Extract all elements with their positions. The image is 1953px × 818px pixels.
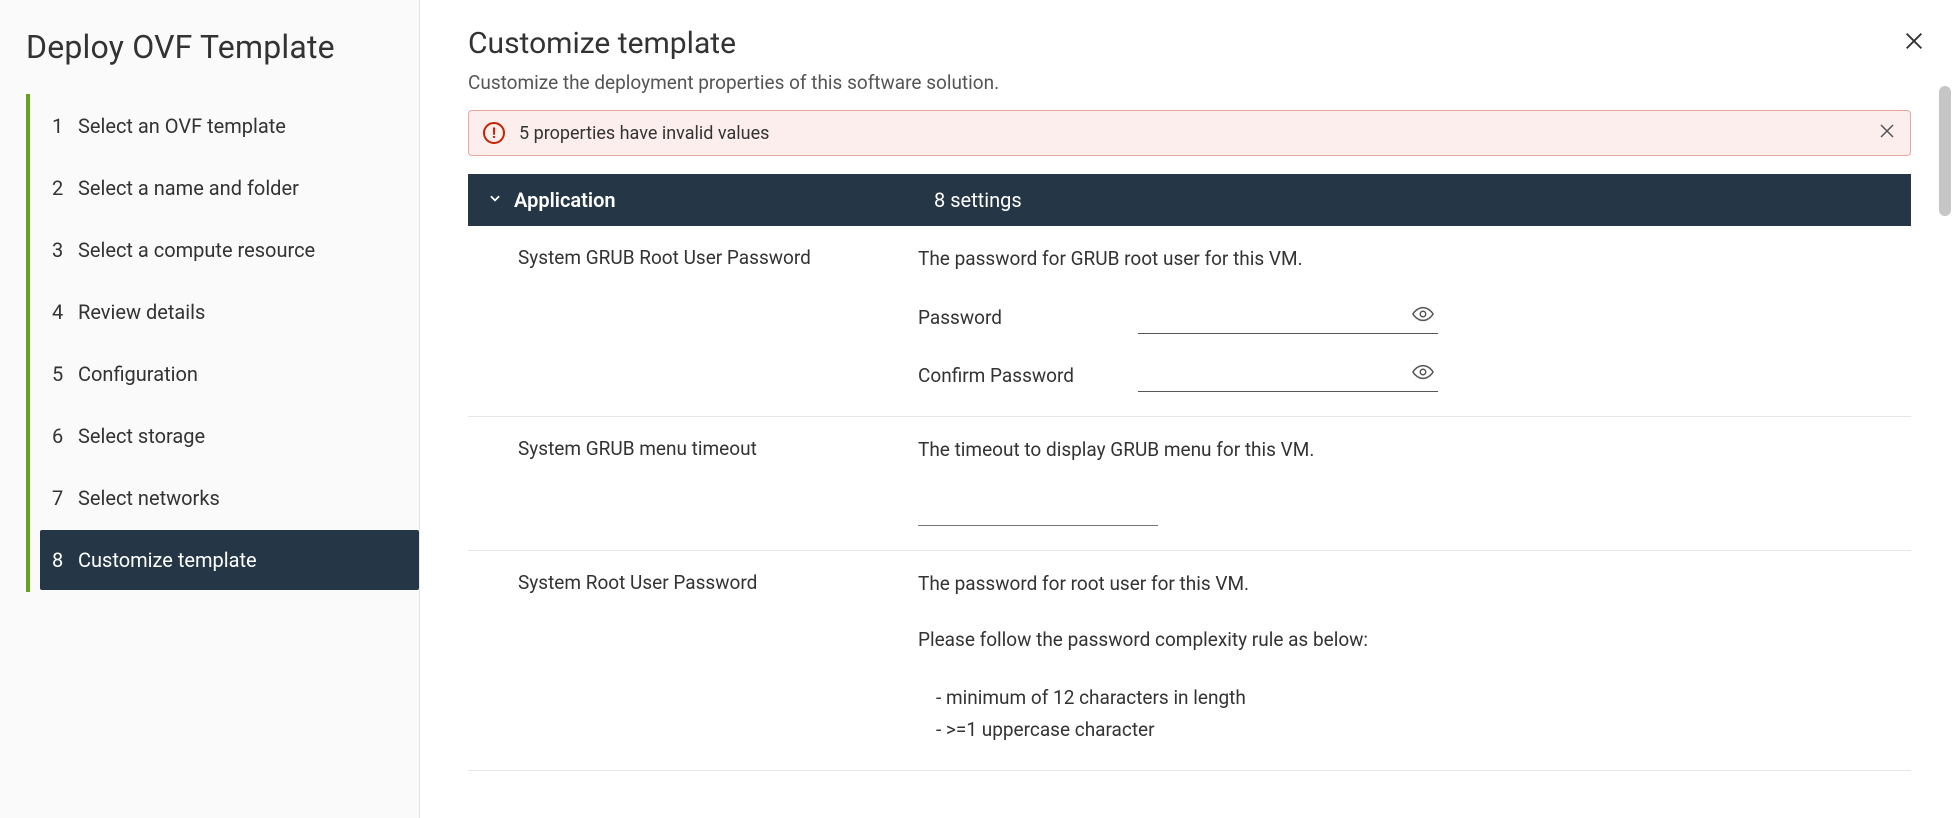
row-grub-menu-timeout: System GRUB menu timeout The timeout to … xyxy=(468,417,1911,550)
password-input-wrap xyxy=(1138,300,1438,334)
password-rule: minimum of 12 characters in length xyxy=(936,682,1891,714)
error-icon: ! xyxy=(483,122,505,144)
validation-alert: ! 5 properties have invalid values xyxy=(468,110,1911,156)
wizard-step-8[interactable]: 8 Customize template xyxy=(40,530,419,590)
page-subtitle: Customize the deployment properties of t… xyxy=(468,71,1911,94)
field-description-b: Please follow the password complexity ru… xyxy=(918,625,1891,655)
step-label: Configuration xyxy=(78,362,198,386)
wizard-step-5[interactable]: 5 Configuration xyxy=(40,344,419,404)
field-label: System Root User Password xyxy=(518,569,918,746)
scrollbar[interactable] xyxy=(1939,86,1951,812)
field-body: The password for root user for this VM. … xyxy=(918,569,1891,746)
row-grub-root-password: System GRUB Root User Password The passw… xyxy=(468,226,1911,417)
alert-close-icon[interactable] xyxy=(1878,121,1896,145)
step-label: Review details xyxy=(78,300,205,324)
timeout-input-wrap xyxy=(918,492,1158,526)
row-root-password: System Root User Password The password f… xyxy=(468,551,1911,771)
field-description: The password for GRUB root user for this… xyxy=(918,244,1891,274)
field-body: The timeout to display GRUB menu for thi… xyxy=(918,435,1891,525)
wizard-steps: 1 Select an OVF template 2 Select a name… xyxy=(26,94,419,592)
wizard-step-3[interactable]: 3 Select a compute resource xyxy=(40,220,419,280)
step-number: 7 xyxy=(52,486,78,510)
wizard-step-7[interactable]: 7 Select networks xyxy=(40,468,419,528)
wizard-step-2[interactable]: 2 Select a name and folder xyxy=(40,158,419,218)
step-number: 6 xyxy=(52,424,78,448)
grub-password-input[interactable] xyxy=(1138,300,1438,334)
password-rules: minimum of 12 characters in length >=1 u… xyxy=(918,682,1891,747)
step-number: 5 xyxy=(52,362,78,386)
grub-confirm-password-input[interactable] xyxy=(1138,358,1438,392)
grub-timeout-input[interactable] xyxy=(918,492,1158,526)
confirm-password-pair: Confirm Password xyxy=(918,358,1891,392)
field-label: System GRUB Root User Password xyxy=(518,244,918,392)
confirm-password-label: Confirm Password xyxy=(918,364,1108,387)
step-label: Select an OVF template xyxy=(78,114,286,138)
step-number: 4 xyxy=(52,300,78,324)
step-label: Select storage xyxy=(78,424,205,448)
step-label: Customize template xyxy=(78,548,257,572)
step-label: Select a name and folder xyxy=(78,176,299,200)
section-header-application[interactable]: Application 8 settings xyxy=(468,174,1911,226)
step-number: 1 xyxy=(52,114,78,138)
confirm-password-input-wrap xyxy=(1138,358,1438,392)
eye-icon[interactable] xyxy=(1412,304,1434,327)
step-number: 3 xyxy=(52,238,78,262)
eye-icon[interactable] xyxy=(1412,362,1434,385)
step-label: Select a compute resource xyxy=(78,238,315,262)
password-label: Password xyxy=(918,306,1108,329)
wizard-step-6[interactable]: 6 Select storage xyxy=(40,406,419,466)
close-icon[interactable] xyxy=(1903,30,1925,56)
field-description: The timeout to display GRUB menu for thi… xyxy=(918,435,1891,465)
section-title: Application xyxy=(514,188,934,212)
main-content: Customize template Customize the deploym… xyxy=(420,0,1953,818)
field-description-a: The password for root user for this VM. xyxy=(918,569,1891,599)
alert-text: 5 properties have invalid values xyxy=(519,123,1864,144)
page-title: Customize template xyxy=(468,26,1911,61)
step-number: 2 xyxy=(52,176,78,200)
field-label: System GRUB menu timeout xyxy=(518,435,918,525)
password-pair: Password xyxy=(918,300,1891,334)
section-count: 8 settings xyxy=(934,188,1022,212)
wizard-title: Deploy OVF Template xyxy=(26,28,419,66)
scrollbar-thumb[interactable] xyxy=(1939,86,1951,216)
password-rule: >=1 uppercase character xyxy=(936,714,1891,746)
chevron-down-icon xyxy=(488,191,502,209)
field-body: The password for GRUB root user for this… xyxy=(918,244,1891,392)
step-number: 8 xyxy=(52,548,78,572)
wizard-step-4[interactable]: 4 Review details xyxy=(40,282,419,342)
wizard-step-1[interactable]: 1 Select an OVF template xyxy=(40,96,419,156)
wizard-sidebar: Deploy OVF Template 1 Select an OVF temp… xyxy=(0,0,420,818)
step-label: Select networks xyxy=(78,486,220,510)
